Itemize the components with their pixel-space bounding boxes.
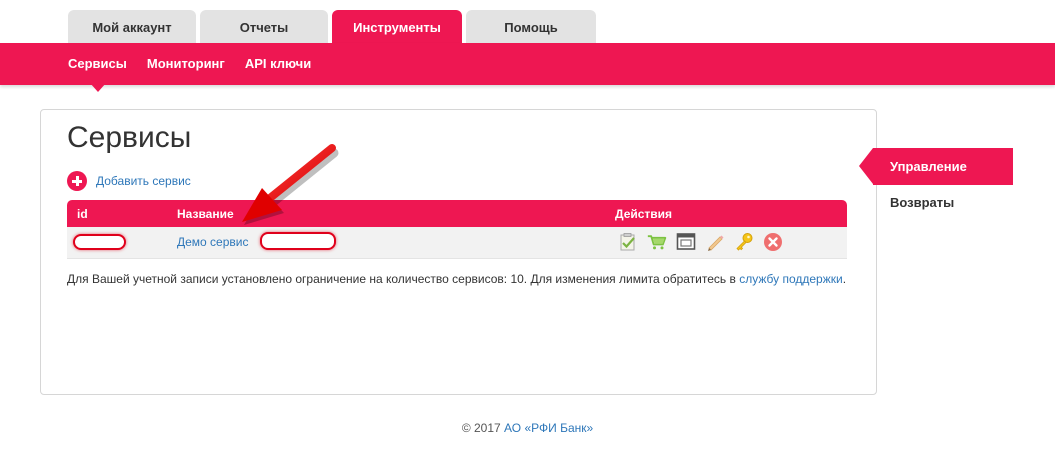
subnav-item-monitoring[interactable]: Мониторинг	[147, 56, 225, 71]
page-title: Сервисы	[67, 121, 192, 154]
column-header-actions: Действия	[615, 207, 673, 221]
footer-copyright: © 2017	[461, 421, 501, 435]
column-header-name: Название	[177, 207, 234, 221]
tab-reports[interactable]: Отчеты	[200, 10, 328, 44]
key-icon[interactable]	[734, 232, 754, 252]
column-header-id: id	[77, 207, 88, 221]
pencil-icon[interactable]	[705, 232, 725, 252]
service-name-link[interactable]: Демо сервис	[177, 235, 248, 249]
footer-company-link[interactable]: АО «РФИ Банк»	[504, 421, 593, 435]
table-header: id Название Действия	[67, 200, 847, 227]
footer: © 2017 АО «РФИ Банк»	[0, 421, 1055, 435]
tab-tools[interactable]: Инструменты	[332, 10, 462, 44]
notice-end: .	[842, 272, 847, 286]
plus-circle-icon[interactable]	[67, 171, 87, 191]
checklist-icon[interactable]	[618, 232, 638, 252]
sub-navigation: Сервисы Мониторинг API ключи	[0, 43, 1055, 85]
redacted-name	[260, 232, 336, 250]
row-actions	[618, 232, 783, 252]
support-link[interactable]: службу поддержки	[739, 272, 842, 286]
sidebar-item-returns[interactable]: Возвраты	[890, 195, 954, 210]
cart-icon[interactable]	[647, 232, 667, 252]
tab-help[interactable]: Помощь	[466, 10, 596, 44]
redacted-id	[73, 234, 126, 250]
table-row: Демо сервис	[67, 227, 847, 259]
service-limit-notice: Для Вашей учетной записи установлено огр…	[67, 272, 847, 287]
active-subnav-pointer	[90, 83, 106, 92]
add-service-link[interactable]: Добавить сервис	[96, 174, 191, 188]
subnav-item-services[interactable]: Сервисы	[68, 56, 127, 71]
notice-text: Для Вашей учетной записи установлено огр…	[67, 272, 740, 286]
subnav-item-api-keys[interactable]: API ключи	[245, 56, 311, 71]
window-icon[interactable]	[676, 232, 696, 252]
main-tabs: Мой аккаунт Отчеты Инструменты Помощь	[68, 10, 596, 44]
tab-my-account[interactable]: Мой аккаунт	[68, 10, 196, 44]
add-service-button[interactable]: Добавить сервис	[67, 171, 191, 191]
sidebar-item-management[interactable]: Управление	[859, 148, 1013, 185]
delete-icon[interactable]	[763, 232, 783, 252]
services-panel: Сервисы Добавить сервис id Название Дейс…	[40, 109, 877, 395]
services-table: id Название Действия Демо сервис	[67, 200, 847, 259]
